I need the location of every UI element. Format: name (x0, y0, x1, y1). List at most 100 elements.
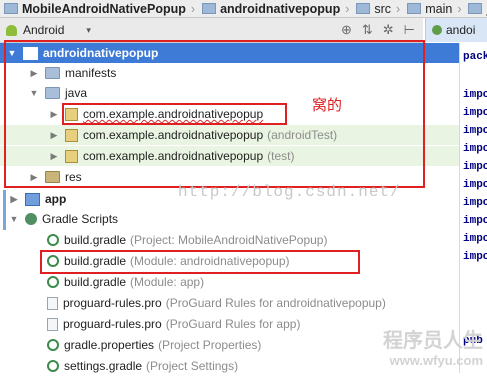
breadcrumb-project[interactable]: MobileAndroidNativePopup › (0, 2, 198, 16)
tree-item-label: res (65, 170, 82, 184)
folder-icon (45, 87, 60, 99)
tree-item-label: proguard-rules.pro (63, 317, 162, 331)
view-selector-label: Android (23, 23, 65, 37)
tree-item-label: build.gradle (64, 254, 127, 268)
chevron-right-icon: › (457, 1, 462, 16)
gradle-file-icon (47, 360, 59, 372)
tree-item-build-gradle-module-nativepopup[interactable]: build.gradle (Module: androidnativepopup… (0, 251, 459, 271)
tree-item-androidnativepopup[interactable]: ▼ androidnativepopup (0, 43, 459, 63)
tree-item-hint: (Module: app) (130, 275, 205, 289)
site-watermark: 程序员人生 www.wfyu.com (383, 331, 483, 371)
tree-item-package-test[interactable]: ▶ com.example.androidnativepopup (test) (0, 146, 459, 166)
view-selector[interactable]: Android ▾ (0, 18, 97, 42)
tree-item-label: build.gradle (64, 233, 127, 247)
tree-item-label: gradle.properties (64, 338, 155, 352)
code-line: pack (463, 51, 487, 63)
code-line: impo (463, 179, 487, 191)
folder-icon (407, 3, 422, 14)
tree-item-hint: (test) (267, 149, 295, 163)
tree-item-hint: (androidTest) (267, 128, 338, 142)
folder-icon (45, 67, 60, 79)
expand-arrow-icon[interactable]: ▼ (6, 48, 18, 58)
code-line: impo (463, 161, 487, 173)
tree-item-hint: (Project Properties) (158, 338, 262, 352)
project-toolbar: Android ▾ ⊕ ⇅ ✲ ⊢ (0, 18, 423, 43)
gradle-file-icon (47, 234, 59, 246)
tree-item-label: app (45, 192, 67, 206)
site-watermark-url: www.wfyu.com (389, 353, 483, 368)
tree-item-manifests[interactable]: ▶ manifests (0, 63, 459, 83)
tree-item-build-gradle-app[interactable]: build.gradle (Module: app) (0, 272, 459, 292)
scroll-from-source-icon[interactable]: ⊕ (341, 22, 352, 38)
code-line: impo (463, 125, 487, 137)
tree-item-label: com.example.androidnativepopup (83, 107, 264, 121)
structure-side-tab[interactable] (3, 190, 6, 230)
module-folder-icon (23, 46, 38, 60)
site-watermark-title: 程序员人生 (383, 330, 483, 352)
breadcrumb-main-label: main (425, 1, 453, 16)
file-icon (47, 317, 58, 331)
collapse-arrow-icon[interactable]: ▶ (48, 109, 60, 120)
tree-item-label: build.gradle (64, 275, 127, 289)
tree-item-label: com.example.androidnativepopup (83, 128, 264, 142)
breadcrumb-src[interactable]: src › (352, 2, 403, 16)
tree-item-hint: (Project Settings) (146, 359, 239, 373)
collapse-arrow-icon[interactable]: ▶ (8, 194, 20, 205)
breadcrumb-src-label: src (374, 1, 392, 16)
code-line: impo (463, 251, 487, 263)
tree-item-package-main[interactable]: ▶ com.example.androidnativepopup (0, 104, 459, 124)
editor-tab[interactable]: andoi (425, 18, 487, 42)
tree-item-label: com.example.androidnativepopup (83, 149, 264, 163)
collapse-arrow-icon[interactable]: ▶ (48, 151, 60, 162)
folder-icon (468, 3, 483, 14)
file-icon (47, 296, 58, 310)
folder-icon (202, 3, 217, 14)
breadcrumb-module[interactable]: androidnativepopup › (198, 2, 352, 16)
code-line: impo (463, 215, 487, 227)
settings-gear-icon[interactable]: ✲ (383, 22, 394, 38)
package-icon (65, 107, 78, 121)
resource-folder-icon (45, 171, 60, 183)
expand-arrow-icon[interactable]: ▼ (28, 88, 40, 98)
collapse-arrow-icon[interactable]: ▶ (28, 172, 40, 183)
code-line: impo (463, 197, 487, 209)
gradle-file-icon (47, 255, 59, 267)
tree-item-java[interactable]: ▼ java (0, 83, 459, 103)
navigation-breadcrumb: MobileAndroidNativePopup › androidnativep… (0, 0, 487, 18)
tree-item-proguard-nativepopup[interactable]: proguard-rules.pro (ProGuard Rules for a… (0, 293, 459, 313)
folder-icon (4, 3, 18, 14)
chevron-right-icon: › (345, 1, 350, 16)
watermark-text: http://blog.csdn.net/ (178, 183, 401, 201)
chevron-right-icon: › (396, 1, 401, 16)
package-icon (65, 128, 78, 142)
collapse-all-icon[interactable]: ⇅ (362, 22, 373, 38)
project-tree: ▼ androidnativepopup ▶ manifests ▼ java … (0, 43, 459, 373)
tree-item-gradle-scripts[interactable]: ▼ Gradle Scripts (0, 209, 459, 229)
gradle-file-icon (47, 276, 59, 288)
class-icon (432, 25, 442, 35)
tree-item-label: proguard-rules.pro (63, 296, 162, 310)
dropdown-caret-icon: ▾ (86, 24, 91, 35)
breadcrumb-next[interactable]: j (464, 2, 487, 16)
tree-item-hint: (Module: androidnativepopup) (130, 254, 290, 268)
expand-arrow-icon[interactable]: ▼ (8, 214, 20, 224)
hide-panel-icon[interactable]: ⊢ (404, 22, 415, 38)
module-folder-icon (25, 192, 40, 206)
collapse-arrow-icon[interactable]: ▶ (28, 68, 40, 79)
annotation-text: 窝的 (312, 96, 343, 114)
code-line: impo (463, 89, 487, 101)
gradle-icon (25, 213, 37, 225)
tree-item-label: androidnativepopup (43, 46, 159, 60)
tree-item-label: java (65, 86, 88, 100)
tree-item-package-androidtest[interactable]: ▶ com.example.androidnativepopup (androi… (0, 125, 459, 145)
code-line: impo (463, 143, 487, 155)
breadcrumb-main[interactable]: main › (403, 2, 464, 16)
code-editor[interactable]: pack impo impo impo impo impo impo impo … (459, 43, 487, 373)
folder-icon (356, 3, 371, 14)
chevron-right-icon: › (190, 1, 196, 16)
tree-item-build-gradle-project[interactable]: build.gradle (Project: MobileAndroidNati… (0, 230, 459, 250)
collapse-arrow-icon[interactable]: ▶ (48, 130, 60, 141)
code-line: impo (463, 233, 487, 245)
editor-tab-label: andoi (446, 23, 476, 37)
android-icon (6, 24, 17, 36)
